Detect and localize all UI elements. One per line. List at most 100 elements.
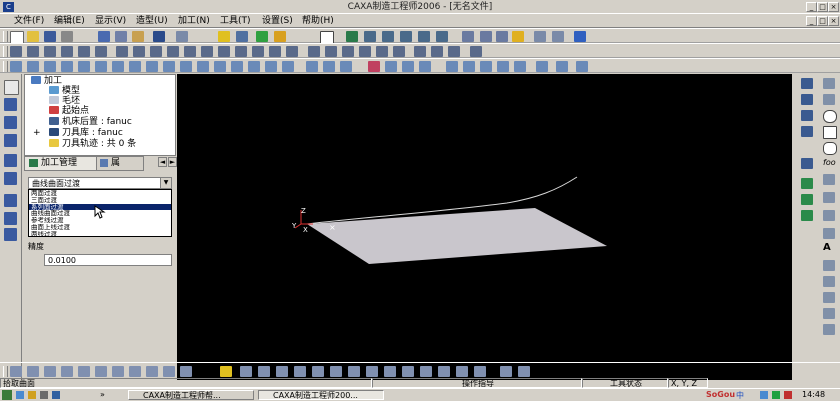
transition-type-select[interactable]: 曲线曲面过渡 ▼	[28, 177, 172, 189]
right-tool-2-icon[interactable]	[801, 94, 813, 105]
tab-attributes[interactable]: 属	[96, 156, 144, 171]
surface-7-icon[interactable]	[112, 61, 124, 72]
bottom-tool-3-icon[interactable]	[44, 366, 56, 377]
feature-12-icon[interactable]	[201, 46, 213, 57]
surface-31-icon[interactable]	[556, 61, 568, 72]
surface-3-icon[interactable]	[44, 61, 56, 72]
surface-19-icon[interactable]	[323, 61, 335, 72]
bottom-tool-12-icon[interactable]	[220, 366, 232, 377]
color-icon[interactable]	[274, 31, 286, 42]
surface-27-icon[interactable]	[480, 61, 492, 72]
tab-scroll-left-button[interactable]: ◄	[158, 157, 167, 167]
bottom-tool-20-icon[interactable]	[366, 366, 378, 377]
quicklaunch-folder-icon[interactable]	[28, 391, 36, 399]
taskbar-button-help[interactable]: CAXA制造工程师帮...	[128, 390, 254, 400]
feature-23-icon[interactable]	[393, 46, 405, 57]
bottom-tool-4-icon[interactable]	[61, 366, 73, 377]
hidden-line-icon[interactable]	[496, 31, 508, 42]
right-tool-7-icon[interactable]	[801, 194, 813, 205]
edit-icon[interactable]	[4, 98, 17, 111]
surface-30-icon[interactable]	[536, 61, 548, 72]
bottom-tool-18-icon[interactable]	[330, 366, 342, 377]
sogou-logo[interactable]: SoGou	[706, 390, 735, 399]
tab-scroll-right-button[interactable]: ►	[168, 157, 177, 167]
bottom-tool-10-icon[interactable]	[163, 366, 175, 377]
menu-tools[interactable]: 工具(T)	[220, 15, 251, 27]
right-tool-11-icon[interactable]	[823, 292, 835, 303]
bottom-tool-13-icon[interactable]	[240, 366, 252, 377]
bottom-tool-15-icon[interactable]	[276, 366, 288, 377]
save-icon[interactable]	[44, 31, 56, 42]
surface-32-icon[interactable]	[576, 61, 588, 72]
menu-edit[interactable]: 编辑(E)	[54, 15, 85, 27]
precision-input[interactable]: 0.0100	[44, 254, 172, 266]
feature-19-icon[interactable]	[325, 46, 337, 57]
zoom-window-icon[interactable]	[364, 31, 376, 42]
bottom-tool-2-icon[interactable]	[27, 366, 39, 377]
ellipse-icon[interactable]	[823, 142, 837, 155]
surface-9-icon[interactable]	[146, 61, 158, 72]
surface-26-icon[interactable]	[463, 61, 475, 72]
offset-icon[interactable]	[823, 228, 835, 239]
feature-2-icon[interactable]	[27, 46, 39, 57]
menu-file[interactable]: 文件(F)	[14, 15, 44, 27]
maximize-button[interactable]: □	[817, 2, 828, 12]
feature-27-icon[interactable]	[470, 46, 482, 57]
bottom-tool-16-icon[interactable]	[294, 366, 306, 377]
doc-minimize-button[interactable]: _	[806, 16, 817, 26]
feature-15-icon[interactable]	[252, 46, 264, 57]
feature-25-icon[interactable]	[431, 46, 443, 57]
tree-expand-toggle[interactable]: +	[33, 128, 41, 139]
surface-16-icon[interactable]	[265, 61, 277, 72]
tray-sound-icon[interactable]	[772, 391, 780, 399]
rectangle-icon[interactable]	[823, 126, 837, 139]
menu-view[interactable]: 显示(V)	[95, 15, 126, 27]
right-tool-10-icon[interactable]	[823, 276, 835, 287]
spline-icon[interactable]	[823, 174, 835, 185]
sketch-icon[interactable]	[4, 116, 17, 129]
bottom-tool-23-icon[interactable]	[420, 366, 432, 377]
surface-plane[interactable]	[307, 208, 607, 264]
zoom-in-icon[interactable]	[382, 31, 394, 42]
feature-4-icon[interactable]	[61, 46, 73, 57]
circle-icon[interactable]	[823, 110, 837, 123]
feature-20-icon[interactable]	[342, 46, 354, 57]
surface-23-icon[interactable]	[402, 61, 414, 72]
rotate-icon[interactable]	[418, 31, 430, 42]
open-file-icon[interactable]	[27, 31, 39, 42]
right-tool-13-icon[interactable]	[823, 324, 835, 335]
grid-icon[interactable]	[4, 134, 17, 147]
option-two-line[interactable]: 两线过渡	[29, 231, 171, 238]
quicklaunch-expand-icon[interactable]: »	[100, 390, 105, 400]
bottom-tool-26-icon[interactable]	[474, 366, 486, 377]
mirror-icon[interactable]	[4, 172, 17, 185]
surface-4-icon[interactable]	[61, 61, 73, 72]
tree-item-start-point[interactable]: 起始点	[49, 106, 89, 117]
option-line-on-surface[interactable]: 曲面上线过渡	[29, 224, 171, 231]
ime-indicator[interactable]: 中	[736, 390, 744, 401]
menu-settings[interactable]: 设置(S)	[262, 15, 293, 27]
surface-28-icon[interactable]	[497, 61, 509, 72]
doc-close-button[interactable]: ×	[828, 16, 839, 26]
option-three-surface[interactable]: 三面过渡	[29, 197, 171, 204]
surface-1-icon[interactable]	[10, 61, 22, 72]
feature-11-icon[interactable]	[184, 46, 196, 57]
surface-15-icon[interactable]	[248, 61, 260, 72]
bottom-tool-19-icon[interactable]	[348, 366, 360, 377]
bottom-tool-14-icon[interactable]	[258, 366, 270, 377]
bottom-tool-1-icon[interactable]	[10, 366, 22, 377]
bottom-tool-7-icon[interactable]	[112, 366, 124, 377]
line-icon[interactable]	[823, 78, 835, 89]
filter-icon[interactable]	[256, 31, 268, 42]
right-tool-3-icon[interactable]	[801, 110, 813, 121]
bottom-tool-24-icon[interactable]	[438, 366, 450, 377]
feature-5-icon[interactable]	[78, 46, 90, 57]
bottom-tool-6-icon[interactable]	[95, 366, 107, 377]
feature-14-icon[interactable]	[235, 46, 247, 57]
pan-icon[interactable]	[436, 31, 448, 42]
zoom-out-icon[interactable]	[400, 31, 412, 42]
feature-6-icon[interactable]	[95, 46, 107, 57]
menu-machining[interactable]: 加工(N)	[178, 15, 210, 27]
surface-25-icon[interactable]	[446, 61, 458, 72]
bottom-tool-9-icon[interactable]	[146, 366, 158, 377]
